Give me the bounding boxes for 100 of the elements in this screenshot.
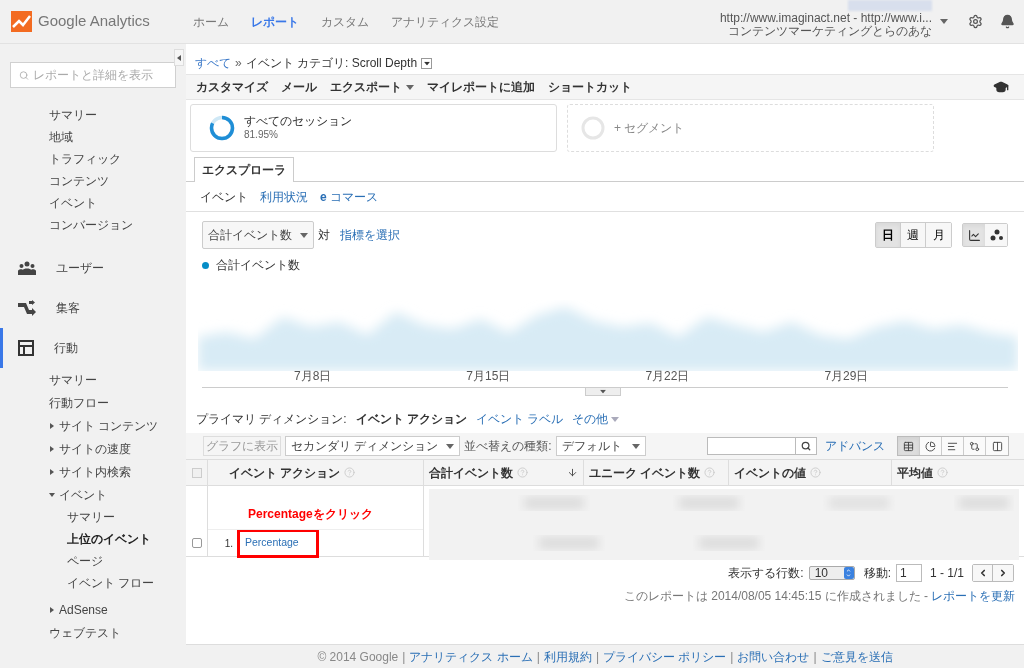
chart-type-button[interactable] xyxy=(985,224,1007,246)
secondary-dimension-dropdown[interactable]: セカンダリ ディメンション xyxy=(285,436,461,456)
toolbar-button[interactable]: マイレポートに追加 xyxy=(427,78,535,96)
nav-link[interactable]: レポート xyxy=(251,12,299,31)
chart-type-button[interactable] xyxy=(963,224,985,246)
refresh-report-link[interactable]: レポートを更新 xyxy=(931,587,1015,605)
next-page-button[interactable] xyxy=(993,565,1013,581)
breadcrumb-current: イベント カテゴリ: Scroll Depth xyxy=(245,55,418,72)
row-index: 1. xyxy=(223,536,233,551)
sidebar-item[interactable]: 上位のイベント xyxy=(0,528,186,550)
toolbar-button[interactable]: メール xyxy=(281,78,317,96)
sidebar-item[interactable]: サイト コンテンツ xyxy=(0,414,186,437)
dimension-link[interactable]: イベント ラベル xyxy=(476,410,564,428)
view-button[interactable] xyxy=(920,437,942,455)
sidebar-item[interactable]: トラフィック xyxy=(0,148,186,170)
footer-link[interactable]: ご意見を送信 xyxy=(820,647,893,666)
toolbar-button[interactable]: カスタマイズ xyxy=(196,78,268,96)
sidebar-item[interactable]: サイト内検索 xyxy=(0,460,186,483)
sidebar-item[interactable]: 地域 xyxy=(0,126,186,148)
period-button[interactable]: 月 xyxy=(926,223,951,247)
caret-right-icon xyxy=(49,445,55,452)
footer-link[interactable]: アナリティクス ホーム xyxy=(409,647,533,666)
column-header[interactable]: 合計イベント数 xyxy=(424,460,584,485)
account-name[interactable]: コンテンツマーケティングとらのあな xyxy=(728,24,932,38)
period-button[interactable]: 週 xyxy=(901,223,926,247)
versus-label: 対 xyxy=(318,227,330,244)
sort-dropdown[interactable]: デフォルト xyxy=(555,436,646,456)
footer-link[interactable]: お問い合わせ xyxy=(737,647,810,666)
column-title: イベントの値 xyxy=(734,464,806,482)
metric-dropdown[interactable]: 合計イベント数 xyxy=(202,221,314,249)
checkbox[interactable] xyxy=(191,538,202,548)
view-button[interactable] xyxy=(942,437,964,455)
select-metric-link[interactable]: 指標を選択 xyxy=(340,226,400,244)
sidebar-item[interactable]: イベント xyxy=(0,483,186,506)
column-header[interactable]: 平均値 xyxy=(892,460,1024,485)
search-icon xyxy=(19,69,29,81)
sidebar-item[interactable]: イベント フロー xyxy=(0,572,186,594)
account-url[interactable]: http://www.imaginact.net - http://www.i... xyxy=(719,11,932,25)
sidebar-item[interactable]: コンバージョン xyxy=(0,214,186,236)
event-action-link[interactable]: Percentage xyxy=(245,535,299,551)
view-button[interactable] xyxy=(898,437,920,455)
sidebar-item[interactable]: イベント xyxy=(0,192,186,214)
sidebar-item[interactable]: サイトの速度 xyxy=(0,437,186,460)
sort-arrow-icon xyxy=(567,467,578,478)
column-header[interactable]: イベントの値 xyxy=(729,460,892,485)
app-title: Google Analytics xyxy=(38,11,150,32)
sidebar-item[interactable]: サマリー xyxy=(0,104,186,126)
sidebar-item[interactable]: サマリー xyxy=(0,506,186,528)
sidebar-item[interactable]: ページ xyxy=(0,550,186,572)
settings-icon[interactable] xyxy=(968,14,983,29)
goto-field[interactable]: 1 xyxy=(895,564,922,582)
toolbar-button[interactable]: ショートカット xyxy=(548,78,632,96)
column-title: 合計イベント数 xyxy=(429,464,513,482)
sidebar-item[interactable]: 行動フロー xyxy=(0,391,186,414)
subtab-link[interactable]: 利用状況 xyxy=(260,187,308,206)
sidebar-section[interactable]: ユーザー xyxy=(0,248,186,288)
breadcrumb-link[interactable]: すべて xyxy=(195,54,231,72)
caret-icon xyxy=(446,443,455,449)
search-icon[interactable] xyxy=(801,441,811,451)
search-field[interactable]: レポートと詳細を表示 xyxy=(10,62,176,88)
sidebar-item[interactable]: ウェブテスト xyxy=(0,621,186,644)
notifications-icon[interactable] xyxy=(1000,14,1015,29)
sidebar-item[interactable]: サマリー xyxy=(0,368,186,391)
report-note: このレポートは 2014/08/05 14:45:15 に作成されました - xyxy=(623,588,928,605)
footer-link[interactable]: プライバシー ポリシー xyxy=(603,647,727,666)
sidebar-item[interactable]: コンテンツ xyxy=(0,170,186,192)
dimension-link[interactable]: イベント アクション xyxy=(355,410,467,428)
caret-down-icon xyxy=(49,491,55,498)
separator: | xyxy=(730,648,734,666)
dropdown-toggle[interactable] xyxy=(421,57,433,69)
view-button[interactable] xyxy=(964,437,986,455)
segment-card[interactable]: すべてのセッション 81.95% xyxy=(190,104,557,152)
checkbox[interactable] xyxy=(191,467,202,478)
footer-link[interactable]: 利用規約 xyxy=(543,647,592,666)
advanced-link[interactable]: アドバンス xyxy=(825,437,885,455)
dimension-link[interactable]: その他 xyxy=(572,410,620,428)
period-button[interactable]: 日 xyxy=(876,223,901,247)
view-button[interactable] xyxy=(986,437,1008,455)
subtab-link[interactable]: e コマース xyxy=(320,187,379,206)
column-header[interactable]: ユニーク イベント数 xyxy=(584,460,729,485)
table-search-field[interactable] xyxy=(707,437,817,455)
rows-select[interactable]: 10 xyxy=(808,566,855,580)
tab[interactable]: エクスプローラ xyxy=(194,157,294,182)
nav-link[interactable]: ホーム xyxy=(193,12,229,31)
expand-chart-button[interactable] xyxy=(584,388,621,396)
collapse-button[interactable] xyxy=(174,49,184,66)
caret-right-icon xyxy=(49,422,55,429)
previous-page-button[interactable] xyxy=(973,565,993,581)
sidebar-item[interactable]: AdSense xyxy=(0,598,186,621)
column-title: ユニーク イベント数 xyxy=(589,464,701,482)
subtab-link[interactable]: イベント xyxy=(200,187,248,206)
add-segment-card[interactable]: + セグメント xyxy=(567,104,934,152)
graduation-cap-icon[interactable] xyxy=(993,79,1009,95)
sidebar-section[interactable]: 集客 xyxy=(0,288,186,328)
nav-link[interactable]: カスタム xyxy=(321,12,369,31)
toolbar-button[interactable]: エクスポート xyxy=(330,78,414,96)
table-icon xyxy=(903,440,914,452)
column-header[interactable]: イベント アクション xyxy=(208,460,424,485)
nav-link[interactable]: アナリティクス設定 xyxy=(391,12,499,31)
separator: | xyxy=(595,648,599,666)
